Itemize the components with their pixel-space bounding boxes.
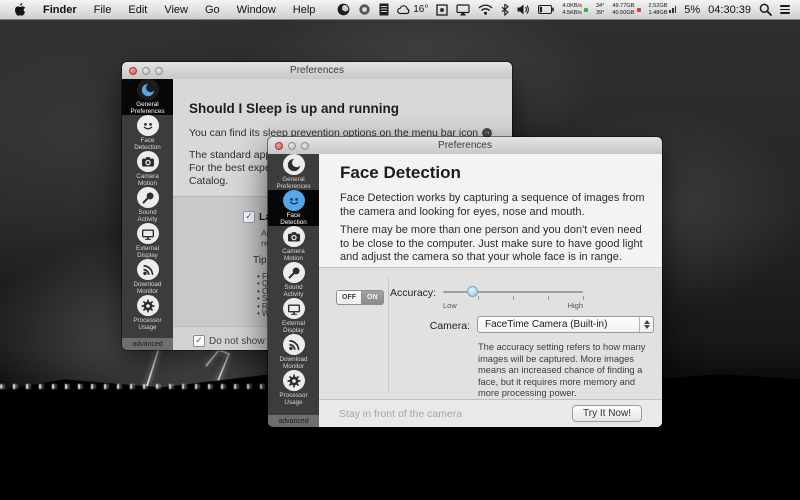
sidebar-item-sound-activity[interactable]: SoundActivity — [268, 262, 319, 298]
apple-menu-icon[interactable] — [14, 3, 26, 17]
checkbox-checked-icon[interactable] — [243, 211, 255, 223]
display-icon — [283, 298, 305, 319]
gear-icon — [137, 295, 159, 316]
desktop: Finder File Edit View Go Window Help 16° — [0, 0, 800, 500]
face-detection-paragraph-2: There may be more than one person and yo… — [340, 224, 648, 265]
moon-icon — [137, 79, 159, 100]
try-it-now-button[interactable]: Try It Now! — [572, 405, 642, 422]
memory-stats[interactable]: 2.52GB1.48GB — [649, 3, 677, 16]
app-menu-icon[interactable] — [358, 3, 371, 16]
front-window-content: Face Detection Face Detection works by c… — [319, 154, 662, 427]
moon-icon — [283, 154, 305, 175]
front-sidebar: GeneralPreferences FaceDetection CameraM… — [268, 154, 319, 427]
menubar-clock[interactable]: 04:30:39 — [708, 4, 751, 16]
slider-ticks — [443, 296, 583, 300]
microphone-icon — [283, 262, 305, 283]
face-detection-paragraph-1: Face Detection works by capturing a sequ… — [340, 192, 648, 219]
page-title: Face Detection — [340, 163, 461, 183]
battery-percent[interactable]: 5% — [684, 4, 700, 16]
spotlight-icon[interactable] — [759, 3, 772, 16]
sidebar-item-camera-motion[interactable]: CameraMotion — [122, 151, 173, 187]
divider — [388, 278, 389, 392]
menubar-item-go[interactable]: Go — [205, 4, 220, 16]
preferences-window-face-detection: Preferences GeneralPreferences FaceDetec… — [268, 137, 662, 427]
status-text: Stay in front of the camera — [319, 408, 462, 420]
notes-menu-icon[interactable] — [379, 3, 389, 16]
back-heading: Should I Sleep is up and running — [189, 101, 399, 116]
network-stats[interactable]: 4.0KB/s4.5KB/s — [562, 3, 588, 16]
sidebar-item-general-preferences[interactable]: GeneralPreferences — [268, 154, 319, 190]
toggle-on-segment[interactable]: ON — [362, 291, 383, 304]
off-on-toggle[interactable]: OFF ON — [336, 290, 384, 305]
sidebar-item-external-display[interactable]: ExternalDisplay — [268, 298, 319, 334]
menubar-item-edit[interactable]: Edit — [128, 4, 147, 16]
temperature-stats[interactable]: 34°39° — [596, 3, 604, 16]
sidebar-item-face-detection[interactable]: FaceDetection — [268, 190, 319, 226]
sidebar-item-face-detection[interactable]: FaceDetection — [122, 115, 173, 151]
sidebar-item-download-monitor[interactable]: DownloadMonitor — [122, 259, 173, 295]
disk-stats[interactable]: 49.77GB40.50GB — [612, 3, 640, 16]
camera-icon — [283, 226, 305, 247]
signal-icon — [283, 334, 305, 355]
display-icon — [137, 223, 159, 244]
sidebar-item-processor-usage[interactable]: ProcessorUsage — [122, 295, 173, 331]
accuracy-description: The accuracy setting refers to how many … — [478, 342, 648, 400]
face-icon — [137, 115, 159, 136]
signal-icon — [137, 259, 159, 280]
disk-indicator — [637, 8, 641, 12]
sidebar-item-processor-usage[interactable]: ProcessorUsage — [268, 370, 319, 406]
sidebar-item-camera-motion[interactable]: CameraMotion — [268, 226, 319, 262]
memory-bars-icon — [669, 6, 676, 13]
front-window-footer: Stay in front of the camera Try It Now! — [319, 399, 662, 427]
back-sidebar: GeneralPreferences FaceDetection CameraM… — [122, 79, 173, 350]
front-window-title: Preferences — [268, 140, 662, 151]
bluetooth-icon[interactable] — [501, 3, 509, 16]
face-icon — [283, 190, 305, 211]
camera-label: Camera: — [427, 320, 470, 332]
camera-select[interactable]: FaceTime Camera (Built-in) — [477, 316, 654, 333]
menubar: Finder File Edit View Go Window Help 16° — [0, 0, 800, 20]
sidebar-item-sound-activity[interactable]: SoundActivity — [122, 187, 173, 223]
sidebar-advanced-label[interactable]: advanced — [268, 415, 319, 427]
sidebar-item-external-display[interactable]: ExternalDisplay — [122, 223, 173, 259]
sidebar-advanced-label[interactable]: advanced — [122, 338, 173, 350]
airplay-icon[interactable] — [456, 4, 470, 16]
battery-icon[interactable] — [538, 5, 554, 14]
slider-low-label: Low — [443, 301, 457, 310]
checkbox-checked-icon[interactable] — [193, 335, 205, 347]
back-titlebar[interactable]: Preferences — [122, 62, 512, 80]
menubar-status-area: 16° 4.0KB/s4.5KB/s — [337, 3, 800, 16]
accuracy-label: Accuracy: — [390, 287, 436, 299]
screenshot-menu-icon[interactable] — [436, 4, 448, 16]
back-window-title: Preferences — [122, 65, 512, 76]
notification-center-icon[interactable] — [780, 5, 790, 14]
network-up-indicator — [584, 8, 588, 12]
menubar-item-help[interactable]: Help — [293, 4, 316, 16]
microphone-icon — [137, 187, 159, 208]
volume-icon[interactable] — [517, 4, 530, 15]
sleep-app-menu-icon[interactable] — [337, 3, 350, 16]
weather-temp: 16° — [413, 4, 428, 15]
popup-arrows-icon — [639, 317, 653, 332]
face-detection-controls: OFF ON Accuracy: Low High Camera: FaceTi… — [319, 267, 662, 401]
menubar-item-window[interactable]: Window — [237, 4, 276, 16]
toggle-off-segment[interactable]: OFF — [337, 291, 362, 304]
front-titlebar[interactable]: Preferences — [268, 137, 662, 155]
gear-icon — [283, 370, 305, 391]
slider-high-label: High — [563, 301, 583, 310]
menubar-item-view[interactable]: View — [164, 4, 188, 16]
menubar-item-finder[interactable]: Finder — [43, 4, 77, 16]
wifi-icon[interactable] — [478, 4, 493, 15]
accuracy-slider[interactable] — [443, 291, 583, 293]
sidebar-item-general-preferences[interactable]: GeneralPreferences — [122, 79, 173, 115]
menubar-menus: Finder File Edit View Go Window Help — [0, 3, 315, 17]
menubar-item-file[interactable]: File — [94, 4, 112, 16]
weather-menu-icon[interactable]: 16° — [397, 4, 428, 16]
camera-icon — [137, 151, 159, 172]
sidebar-item-download-monitor[interactable]: DownloadMonitor — [268, 334, 319, 370]
